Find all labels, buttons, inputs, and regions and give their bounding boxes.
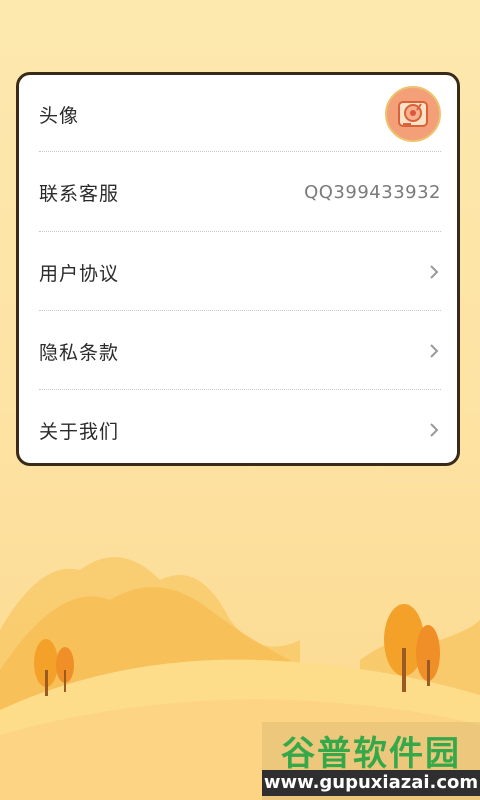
divider	[39, 389, 441, 390]
settings-card: 头像 联系客服 QQ399433932 用户协议 隐私条款 关于我们	[16, 72, 460, 466]
privacy-policy-row[interactable]: 隐私条款	[39, 312, 441, 390]
divider	[39, 310, 441, 311]
avatar-row[interactable]: 头像	[39, 75, 441, 153]
chevron-right-icon	[430, 423, 439, 437]
privacy-policy-label: 隐私条款	[39, 341, 120, 364]
divider	[39, 231, 441, 232]
chevron-right-icon	[430, 344, 439, 358]
watermark: 谷普软件园 www.gupuxiazai.com	[262, 722, 480, 800]
watermark-url: www.gupuxiazai.com	[262, 770, 480, 796]
chevron-right-icon	[430, 265, 439, 279]
about-us-label: 关于我们	[39, 420, 120, 443]
customer-service-qq: QQ399433932	[304, 181, 441, 203]
divider	[39, 151, 441, 152]
avatar-label: 头像	[39, 104, 80, 127]
user-agreement-label: 用户协议	[39, 262, 120, 285]
about-us-row[interactable]: 关于我们	[39, 391, 441, 469]
user-agreement-row[interactable]: 用户协议	[39, 233, 441, 311]
customer-service-label: 联系客服	[39, 182, 120, 205]
watermark-title: 谷普软件园	[281, 734, 461, 774]
customer-service-row[interactable]: 联系客服 QQ399433932	[39, 153, 441, 231]
record-player-avatar-icon[interactable]	[385, 86, 441, 142]
